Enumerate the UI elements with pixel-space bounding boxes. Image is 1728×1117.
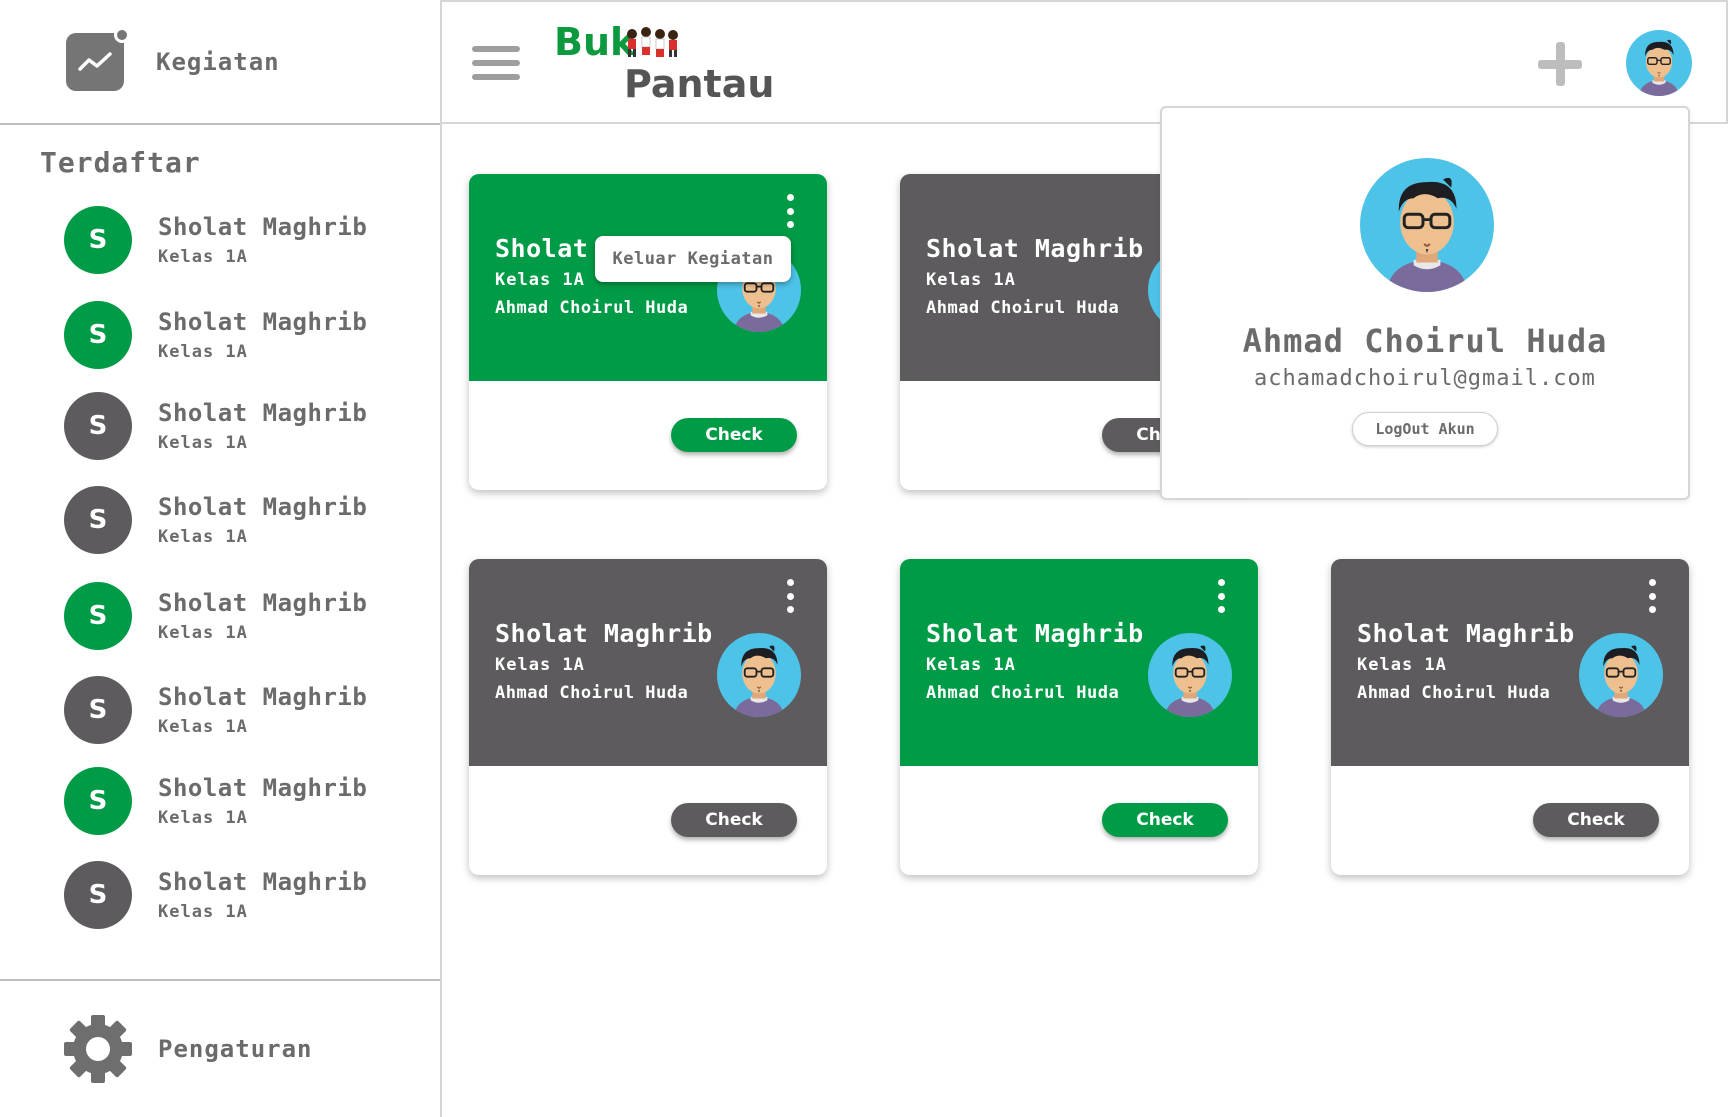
more-options-icon[interactable]: [1647, 579, 1657, 613]
user-avatar[interactable]: [1626, 30, 1692, 96]
sidebar: Kegiatan Terdaftar S Sholat Maghrib Kelas…: [0, 0, 442, 1117]
profile-popup: Ahmad Choirul Huda achamadchoirul@gmail.…: [1160, 106, 1690, 500]
activity-card[interactable]: Sholat Maghrib Kelas 1A Ahmad Choirul Hu…: [469, 559, 827, 875]
card-class: Kelas 1A: [495, 270, 585, 290]
list-item-title: Sholat Maghrib: [158, 493, 368, 521]
card-class: Kelas 1A: [495, 655, 585, 675]
check-button[interactable]: Check: [1102, 803, 1228, 837]
list-item-avatar: S: [64, 582, 132, 650]
more-options-icon[interactable]: [785, 194, 795, 228]
list-item-subtitle: Kelas 1A: [158, 433, 248, 453]
card-header: Sholat Maghrib Kelas 1A Ahmad Choirul Hu…: [900, 559, 1258, 766]
card-avatar: [1579, 633, 1663, 717]
card-header: Sholat Maghrib Kelas 1A Ahmad Choirul Hu…: [1331, 559, 1689, 766]
card-title: Sholat Maghrib: [926, 619, 1144, 648]
card-teacher: Ahmad Choirul Huda: [926, 298, 1120, 318]
list-item-avatar: S: [64, 767, 132, 835]
card-class: Kelas 1A: [926, 655, 1016, 675]
sidebar-activity-item[interactable]: Kegiatan: [0, 0, 440, 125]
list-item-title: Sholat Maghrib: [158, 774, 368, 802]
settings-label: Pengaturan: [158, 1035, 313, 1063]
registered-section-title: Terdaftar: [40, 146, 201, 179]
card-header: Sholat Maghrib Kelas 1A Ahmad Choirul Hu…: [469, 559, 827, 766]
more-options-icon[interactable]: [785, 579, 795, 613]
check-button[interactable]: Check: [1533, 803, 1659, 837]
add-activity-plus-icon[interactable]: [1538, 42, 1582, 86]
activity-card[interactable]: Sholat Maghrib Kelas 1A Ahmad Choirul Hu…: [1331, 559, 1689, 875]
list-item-subtitle: Kelas 1A: [158, 717, 248, 737]
card-class: Kelas 1A: [1357, 655, 1447, 675]
card-class: Kelas 1A: [926, 270, 1016, 290]
more-options-icon[interactable]: [1216, 579, 1226, 613]
profile-email: achamadchoirul@gmail.com: [1254, 366, 1596, 391]
list-item[interactable]: S Sholat Maghrib Kelas 1A: [64, 486, 367, 554]
check-button[interactable]: Check: [671, 418, 797, 452]
notification-dot: [114, 26, 130, 43]
logo-text-bottom: Pantau: [624, 62, 775, 106]
list-item-avatar: S: [64, 861, 132, 929]
list-item-avatar: S: [64, 676, 132, 744]
list-item[interactable]: S Sholat Maghrib Kelas 1A: [64, 582, 367, 650]
activity-label: Kegiatan: [156, 47, 280, 76]
activity-chart-icon: [66, 26, 130, 91]
gear-icon: [64, 1015, 132, 1083]
list-item-title: Sholat Maghrib: [158, 308, 368, 336]
list-item-avatar: S: [64, 206, 132, 274]
list-item-title: Sholat Maghrib: [158, 213, 368, 241]
card-title: Sholat Maghrib: [495, 619, 713, 648]
list-item-avatar: S: [64, 486, 132, 554]
list-item[interactable]: S Sholat Maghrib Kelas 1A: [64, 861, 367, 929]
check-button[interactable]: Check: [671, 803, 797, 837]
logout-button[interactable]: LogOut Akun: [1352, 412, 1498, 446]
leave-activity-menu-item[interactable]: Keluar Kegiatan: [595, 236, 791, 282]
list-item-title: Sholat Maghrib: [158, 399, 368, 427]
activity-card[interactable]: Sholat Maghrib Kelas 1A Ahmad Choirul Hu…: [469, 174, 827, 490]
list-item-subtitle: Kelas 1A: [158, 527, 248, 547]
hamburger-menu-icon[interactable]: [472, 46, 520, 88]
list-item-avatar: S: [64, 301, 132, 369]
card-title: Sholat Maghrib: [1357, 619, 1575, 648]
list-item-title: Sholat Maghrib: [158, 868, 368, 896]
list-item-subtitle: Kelas 1A: [158, 902, 248, 922]
kids-illustration-icon: [627, 27, 678, 57]
list-item[interactable]: S Sholat Maghrib Kelas 1A: [64, 301, 367, 369]
activity-card[interactable]: Sholat Maghrib Kelas 1A Ahmad Choirul Hu…: [900, 559, 1258, 875]
list-item-avatar: S: [64, 392, 132, 460]
card-title: Sholat Maghrib: [926, 234, 1144, 263]
list-item[interactable]: S Sholat Maghrib Kelas 1A: [64, 392, 367, 460]
card-teacher: Ahmad Choirul Huda: [1357, 683, 1551, 703]
card-avatar: [717, 633, 801, 717]
card-teacher: Ahmad Choirul Huda: [495, 683, 689, 703]
app-logo: Buk Pantau: [554, 20, 774, 110]
list-item-subtitle: Kelas 1A: [158, 342, 248, 362]
list-item-subtitle: Kelas 1A: [158, 247, 248, 267]
list-item[interactable]: S Sholat Maghrib Kelas 1A: [64, 676, 367, 744]
profile-name: Ahmad Choirul Huda: [1242, 322, 1608, 360]
sidebar-settings-item[interactable]: Pengaturan: [0, 979, 440, 1117]
list-item-subtitle: Kelas 1A: [158, 623, 248, 643]
list-item[interactable]: S Sholat Maghrib Kelas 1A: [64, 767, 367, 835]
list-item-title: Sholat Maghrib: [158, 589, 368, 617]
list-item-title: Sholat Maghrib: [158, 683, 368, 711]
card-teacher: Ahmad Choirul Huda: [495, 298, 689, 318]
profile-avatar: [1360, 158, 1494, 292]
list-item[interactable]: S Sholat Maghrib Kelas 1A: [64, 206, 367, 274]
list-item-subtitle: Kelas 1A: [158, 808, 248, 828]
card-avatar: [1148, 633, 1232, 717]
card-teacher: Ahmad Choirul Huda: [926, 683, 1120, 703]
